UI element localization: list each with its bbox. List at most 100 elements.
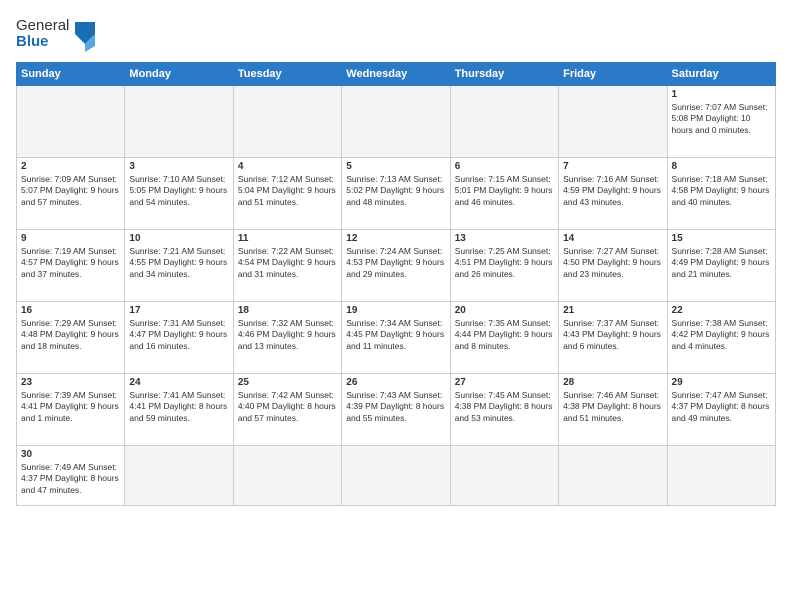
calendar-cell <box>17 86 125 158</box>
day-info: Sunrise: 7:29 AM Sunset: 4:48 PM Dayligh… <box>21 318 120 352</box>
day-info: Sunrise: 7:27 AM Sunset: 4:50 PM Dayligh… <box>563 246 662 280</box>
calendar-cell: 20Sunrise: 7:35 AM Sunset: 4:44 PM Dayli… <box>450 302 558 374</box>
weekday-header-sunday: Sunday <box>17 63 125 86</box>
day-info: Sunrise: 7:39 AM Sunset: 4:41 PM Dayligh… <box>21 390 120 424</box>
calendar-week-row: 16 Sunrise: 7:29 AM Sunset: 4:48 PM Dayli… <box>17 302 776 374</box>
day-info: Sunrise: 7:35 AM Sunset: 4:44 PM Dayligh… <box>455 318 554 352</box>
calendar-cell: 17Sunrise: 7:31 AM Sunset: 4:47 PM Dayli… <box>125 302 233 374</box>
calendar-week-row: 1 Sunrise: 7:07 AM Sunset: 5:08 PM Daylig… <box>17 86 776 158</box>
calendar-cell: 2 Sunrise: 7:09 AM Sunset: 5:07 PM Daylig… <box>17 158 125 230</box>
day-info: Sunrise: 7:31 AM Sunset: 4:47 PM Dayligh… <box>129 318 228 352</box>
calendar-cell: 24 Sunrise: 7:41 AM Sunset: 4:41 PM Dayli… <box>125 374 233 446</box>
calendar-cell <box>125 446 233 506</box>
day-number: 8 <box>672 161 771 172</box>
calendar-cell: 15Sunrise: 7:28 AM Sunset: 4:49 PM Dayli… <box>667 230 775 302</box>
day-info: Sunrise: 7:09 AM Sunset: 5:07 PM Dayligh… <box>21 174 120 208</box>
calendar-cell <box>667 446 775 506</box>
day-info: Sunrise: 7:46 AM Sunset: 4:38 PM Dayligh… <box>563 390 662 424</box>
logo: General Blue <box>16 16 99 52</box>
day-number: 30 <box>21 449 120 460</box>
calendar-cell: 4 Sunrise: 7:12 AM Sunset: 5:04 PM Daylig… <box>233 158 341 230</box>
day-number: 29 <box>672 377 771 388</box>
day-number: 21 <box>563 305 662 316</box>
calendar-cell <box>125 86 233 158</box>
weekday-header-monday: Monday <box>125 63 233 86</box>
calendar-cell <box>233 446 341 506</box>
calendar-cell: 13Sunrise: 7:25 AM Sunset: 4:51 PM Dayli… <box>450 230 558 302</box>
day-info: Sunrise: 7:07 AM Sunset: 5:08 PM Dayligh… <box>672 102 771 136</box>
calendar-week-row: 30 Sunrise: 7:49 AM Sunset: 4:37 PM Dayli… <box>17 446 776 506</box>
day-info: Sunrise: 7:10 AM Sunset: 5:05 PM Dayligh… <box>129 174 228 208</box>
calendar-cell <box>450 86 558 158</box>
day-info: Sunrise: 7:13 AM Sunset: 5:02 PM Dayligh… <box>346 174 445 208</box>
day-number: 6 <box>455 161 554 172</box>
calendar-cell: 10 Sunrise: 7:21 AM Sunset: 4:55 PM Dayli… <box>125 230 233 302</box>
weekday-header-saturday: Saturday <box>667 63 775 86</box>
calendar-cell: 27Sunrise: 7:45 AM Sunset: 4:38 PM Dayli… <box>450 374 558 446</box>
calendar-table: SundayMondayTuesdayWednesdayThursdayFrid… <box>16 62 776 506</box>
calendar-cell: 5 Sunrise: 7:13 AM Sunset: 5:02 PM Daylig… <box>342 158 450 230</box>
calendar-cell: 8 Sunrise: 7:18 AM Sunset: 4:58 PM Daylig… <box>667 158 775 230</box>
day-number: 26 <box>346 377 445 388</box>
weekday-header-thursday: Thursday <box>450 63 558 86</box>
calendar-cell: 28 Sunrise: 7:46 AM Sunset: 4:38 PM Dayli… <box>559 374 667 446</box>
day-info: Sunrise: 7:16 AM Sunset: 4:59 PM Dayligh… <box>563 174 662 208</box>
day-info: Sunrise: 7:37 AM Sunset: 4:43 PM Dayligh… <box>563 318 662 352</box>
day-info: Sunrise: 7:47 AM Sunset: 4:37 PM Dayligh… <box>672 390 771 424</box>
day-info: Sunrise: 7:49 AM Sunset: 4:37 PM Dayligh… <box>21 462 120 496</box>
day-info: Sunrise: 7:41 AM Sunset: 4:41 PM Dayligh… <box>129 390 228 424</box>
day-number: 2 <box>21 161 120 172</box>
calendar-cell: 1 Sunrise: 7:07 AM Sunset: 5:08 PM Daylig… <box>667 86 775 158</box>
calendar-cell: 18Sunrise: 7:32 AM Sunset: 4:46 PM Dayli… <box>233 302 341 374</box>
calendar-cell: 21 Sunrise: 7:37 AM Sunset: 4:43 PM Dayli… <box>559 302 667 374</box>
day-info: Sunrise: 7:42 AM Sunset: 4:40 PM Dayligh… <box>238 390 337 424</box>
day-info: Sunrise: 7:34 AM Sunset: 4:45 PM Dayligh… <box>346 318 445 352</box>
calendar-cell <box>450 446 558 506</box>
day-info: Sunrise: 7:45 AM Sunset: 4:38 PM Dayligh… <box>455 390 554 424</box>
day-number: 22 <box>672 305 771 316</box>
day-info: Sunrise: 7:18 AM Sunset: 4:58 PM Dayligh… <box>672 174 771 208</box>
calendar-cell: 16 Sunrise: 7:29 AM Sunset: 4:48 PM Dayli… <box>17 302 125 374</box>
calendar-cell: 25 Sunrise: 7:42 AM Sunset: 4:40 PM Dayli… <box>233 374 341 446</box>
day-info: Sunrise: 7:25 AM Sunset: 4:51 PM Dayligh… <box>455 246 554 280</box>
day-number: 28 <box>563 377 662 388</box>
day-info: Sunrise: 7:21 AM Sunset: 4:55 PM Dayligh… <box>129 246 228 280</box>
day-number: 25 <box>238 377 337 388</box>
calendar-week-row: 9 Sunrise: 7:19 AM Sunset: 4:57 PM Daylig… <box>17 230 776 302</box>
calendar-cell: 14 Sunrise: 7:27 AM Sunset: 4:50 PM Dayli… <box>559 230 667 302</box>
calendar-cell: 23Sunrise: 7:39 AM Sunset: 4:41 PM Dayli… <box>17 374 125 446</box>
day-info: Sunrise: 7:12 AM Sunset: 5:04 PM Dayligh… <box>238 174 337 208</box>
calendar-week-row: 2 Sunrise: 7:09 AM Sunset: 5:07 PM Daylig… <box>17 158 776 230</box>
day-number: 14 <box>563 233 662 244</box>
calendar-cell <box>559 86 667 158</box>
day-number: 1 <box>672 89 771 100</box>
day-number: 9 <box>21 233 120 244</box>
calendar-cell: 30 Sunrise: 7:49 AM Sunset: 4:37 PM Dayli… <box>17 446 125 506</box>
day-info: Sunrise: 7:19 AM Sunset: 4:57 PM Dayligh… <box>21 246 120 280</box>
calendar-cell <box>559 446 667 506</box>
calendar-cell: 29 Sunrise: 7:47 AM Sunset: 4:37 PM Dayli… <box>667 374 775 446</box>
weekday-header-row: SundayMondayTuesdayWednesdayThursdayFrid… <box>17 63 776 86</box>
day-info: Sunrise: 7:28 AM Sunset: 4:49 PM Dayligh… <box>672 246 771 280</box>
page: General Blue SundayMondayTuesdayWednesda… <box>0 0 792 612</box>
calendar-cell: 26 Sunrise: 7:43 AM Sunset: 4:39 PM Dayli… <box>342 374 450 446</box>
day-number: 24 <box>129 377 228 388</box>
day-number: 10 <box>129 233 228 244</box>
day-info: Sunrise: 7:22 AM Sunset: 4:54 PM Dayligh… <box>238 246 337 280</box>
calendar-cell: 3Sunrise: 7:10 AM Sunset: 5:05 PM Daylig… <box>125 158 233 230</box>
logo-shape-icon <box>71 16 99 52</box>
calendar-cell: 11Sunrise: 7:22 AM Sunset: 4:54 PM Dayli… <box>233 230 341 302</box>
calendar-cell: 22 Sunrise: 7:38 AM Sunset: 4:42 PM Dayli… <box>667 302 775 374</box>
calendar-cell <box>342 446 450 506</box>
day-number: 4 <box>238 161 337 172</box>
calendar-cell: 12Sunrise: 7:24 AM Sunset: 4:53 PM Dayli… <box>342 230 450 302</box>
day-info: Sunrise: 7:24 AM Sunset: 4:53 PM Dayligh… <box>346 246 445 280</box>
day-info: Sunrise: 7:43 AM Sunset: 4:39 PM Dayligh… <box>346 390 445 424</box>
day-number: 16 <box>21 305 120 316</box>
day-info: Sunrise: 7:38 AM Sunset: 4:42 PM Dayligh… <box>672 318 771 352</box>
weekday-header-wednesday: Wednesday <box>342 63 450 86</box>
header: General Blue <box>16 16 776 52</box>
calendar-cell: 7Sunrise: 7:16 AM Sunset: 4:59 PM Daylig… <box>559 158 667 230</box>
day-number: 5 <box>346 161 445 172</box>
day-number: 19 <box>346 305 445 316</box>
